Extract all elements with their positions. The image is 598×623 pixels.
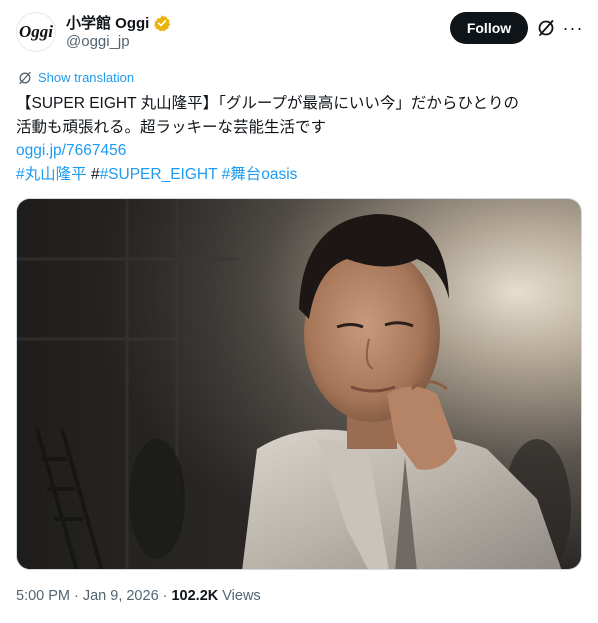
grok-icon[interactable] (536, 18, 556, 38)
display-name[interactable]: 小学館 Oggi (66, 12, 149, 33)
post-text-line-1: 【SUPER EIGHT 丸山隆平】「グループが最高にいい今」だからひとりの (16, 95, 519, 112)
post-date[interactable]: Jan 9, 2026 (83, 588, 159, 604)
post-photo[interactable] (16, 198, 582, 570)
views-count: 102.2K (171, 588, 219, 604)
verified-badge-icon (154, 14, 171, 31)
article-link[interactable]: oggi.jp/7667456 (16, 142, 126, 159)
photo-of-man-in-white-jacket (17, 199, 581, 569)
more-options-icon[interactable]: ··· (562, 17, 584, 39)
separator-dot: · (74, 588, 79, 604)
separator-dot: · (162, 588, 168, 604)
post-text-line-2: 活動も頑張れる。超ラッキーな芸能生活です (16, 118, 327, 136)
translate-icon (19, 71, 31, 84)
show-translation-label[interactable]: Show translation (38, 70, 134, 85)
hashtag-super-eight[interactable]: #SUPER_EIGHT (100, 166, 218, 183)
hashtag-butai-oasis[interactable]: #舞台oasis (222, 166, 298, 183)
hash-plain-text: # (90, 165, 100, 183)
post-time[interactable]: 5:00 PM (16, 588, 70, 604)
account-handle[interactable]: @oggi_jp (66, 33, 130, 50)
avatar-logo-text: Oggi (19, 22, 53, 41)
show-translation-link[interactable]: Show translation (18, 70, 134, 85)
account-name-row: 小学館 Oggi (66, 12, 171, 33)
follow-button[interactable]: Follow (450, 12, 528, 44)
post-text: 【SUPER EIGHT 丸山隆平】「グループが最高にいい今」だからひとりの 活… (16, 92, 582, 186)
hashtag-line: #丸山隆平 ##SUPER_EIGHT #舞台oasis (16, 163, 582, 187)
views-label: Views (222, 588, 261, 604)
post-card: Oggi 小学館 Oggi @oggi_jp Follow ··· Show t… (0, 0, 598, 623)
hashtag-maruyama[interactable]: #丸山隆平 (16, 166, 87, 183)
post-metadata: 5:00 PM · Jan 9, 2026 · 102.2K Views (16, 588, 261, 604)
avatar[interactable]: Oggi (16, 12, 56, 52)
